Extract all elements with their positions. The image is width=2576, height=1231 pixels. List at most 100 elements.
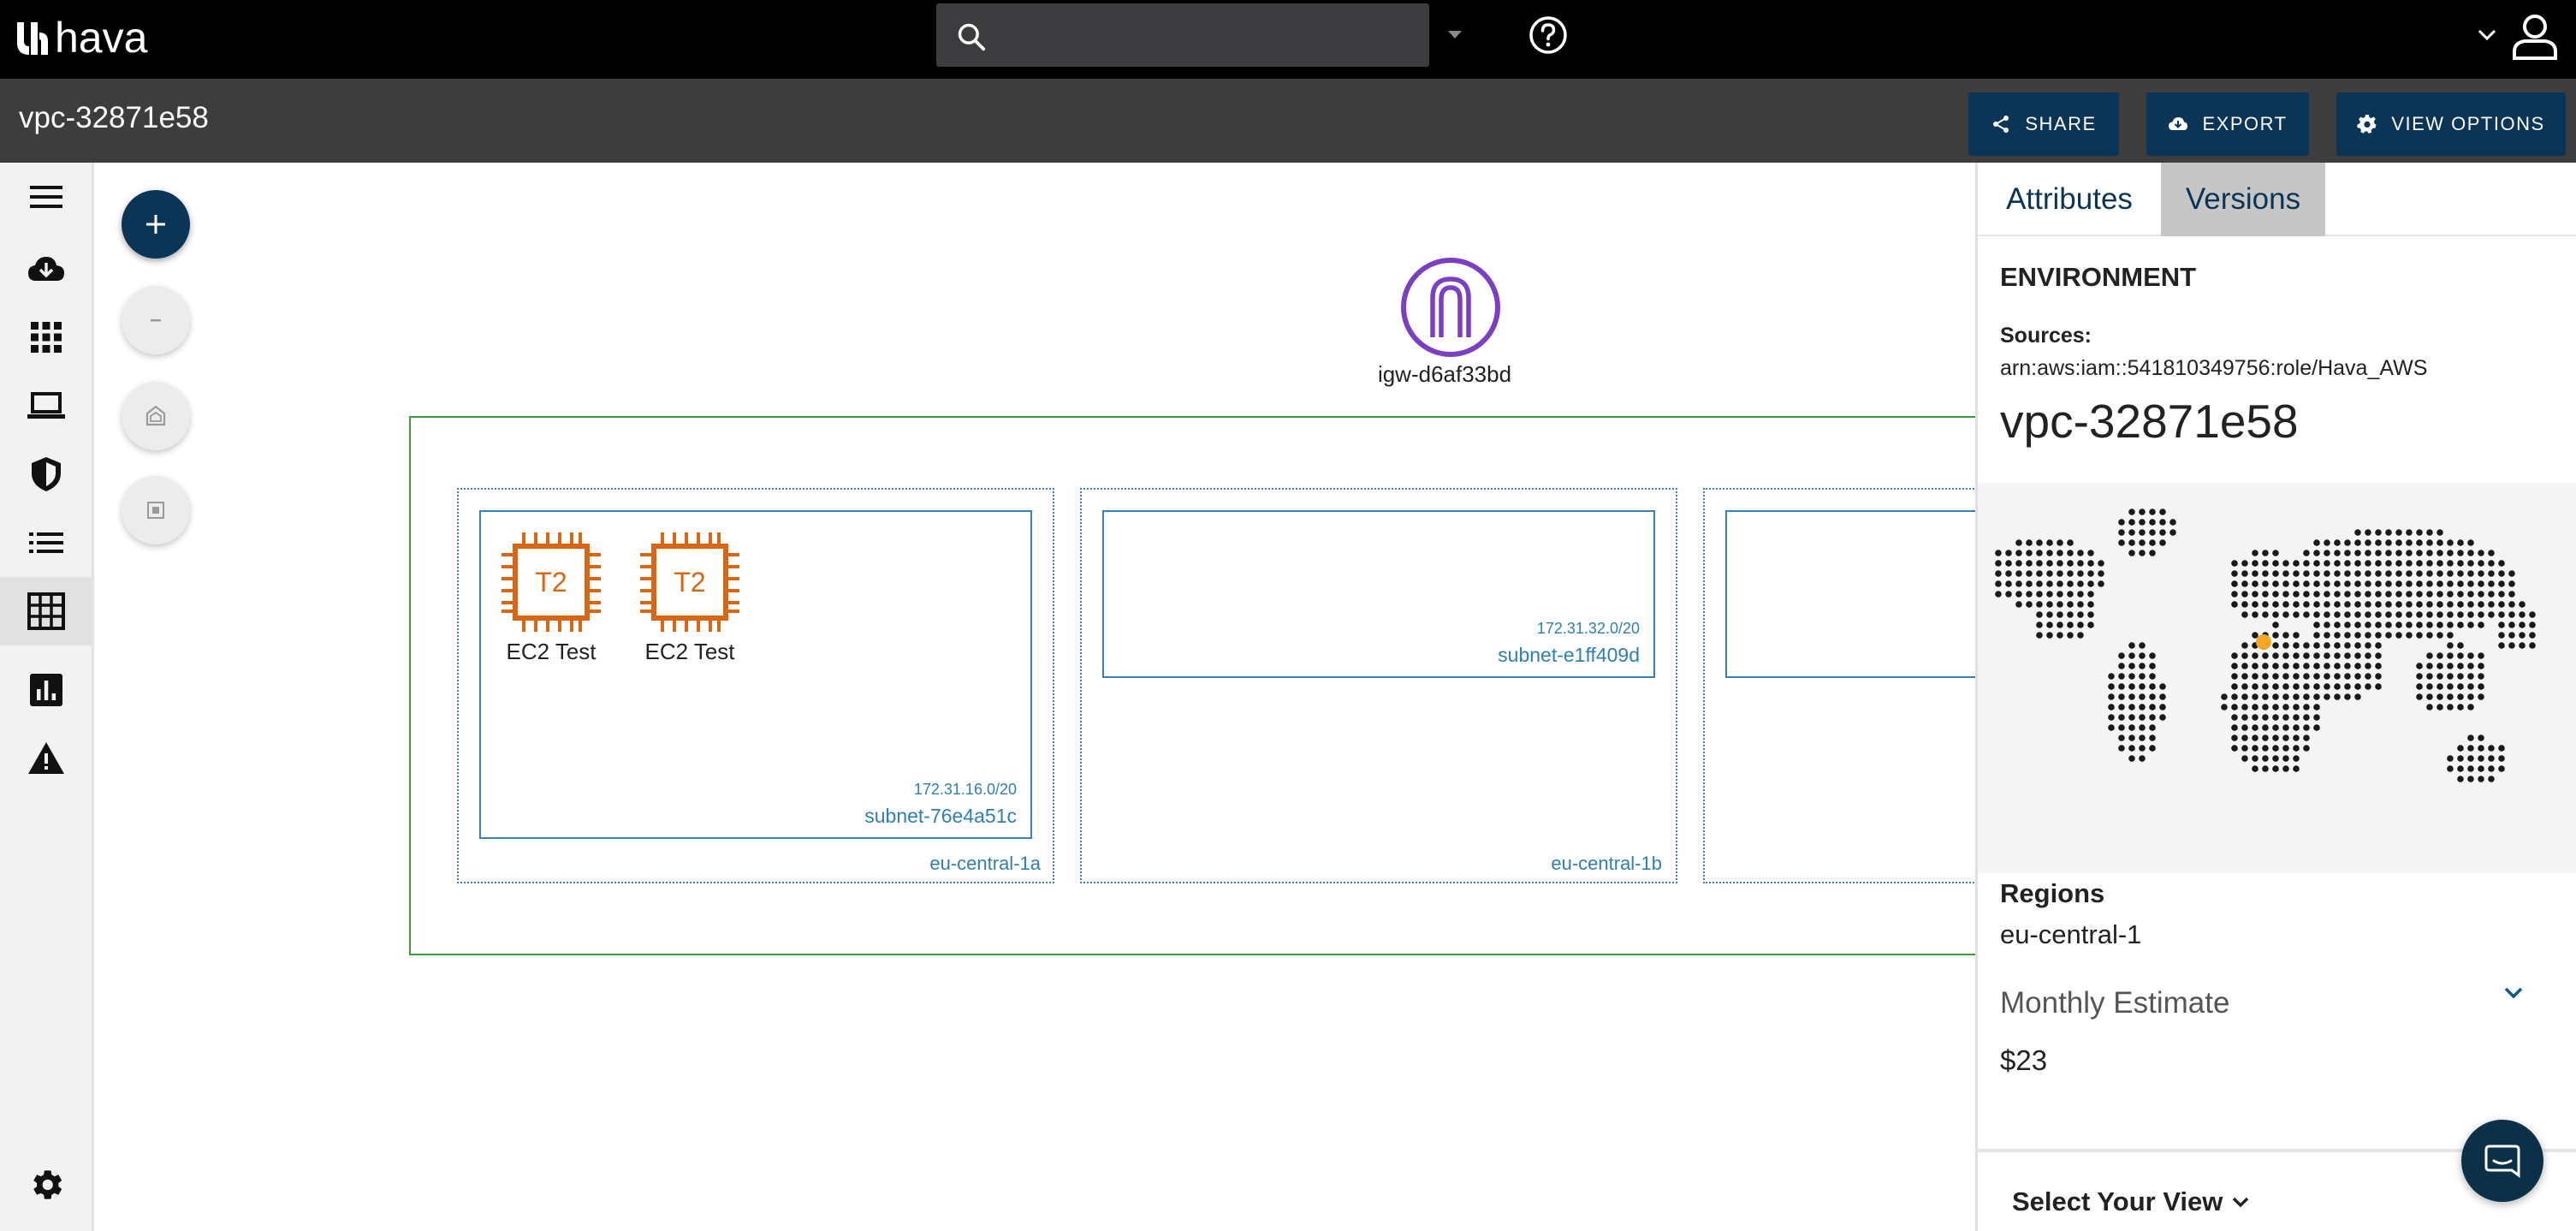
subnet-name: subnet-e1ff409d <box>1498 644 1640 666</box>
vpc-id: vpc-32871e58 <box>2000 395 2299 448</box>
map-dot <box>2015 539 2022 546</box>
map-dot <box>2447 601 2454 608</box>
search-input[interactable] <box>1001 15 1412 55</box>
map-dot <box>2395 539 2402 546</box>
map-dot <box>2149 550 2156 556</box>
map-dot <box>2467 652 2474 659</box>
map-dot <box>2344 601 2351 608</box>
chevron-down-icon[interactable] <box>2498 978 2529 1008</box>
help-icon[interactable] <box>1528 15 1568 55</box>
map-dot <box>2375 632 2382 639</box>
map-dot <box>2118 745 2125 752</box>
export-button[interactable]: EXPORT <box>2146 92 2309 156</box>
user-avatar-icon[interactable] <box>2509 12 2561 62</box>
select-view-dropdown[interactable]: Select Your View <box>2012 1186 2252 1217</box>
map-dot <box>2529 611 2536 618</box>
map-dot <box>2426 621 2433 628</box>
map-dot <box>2478 580 2484 587</box>
search-dropdown-icon[interactable] <box>1443 26 1467 43</box>
map-dot <box>2231 570 2238 577</box>
map-dot <box>2457 550 2464 556</box>
map-dot <box>2375 591 2382 598</box>
sidebar-item-alerts[interactable] <box>0 724 92 793</box>
map-dot <box>2416 621 2423 628</box>
panel-tabs: Attributes Versions <box>1978 163 2576 236</box>
top-bar: hava <box>0 0 2576 79</box>
map-dot <box>2437 652 2443 659</box>
map-dot <box>2437 560 2443 567</box>
map-dot <box>2467 663 2474 669</box>
map-dot <box>2262 580 2269 587</box>
map-dot <box>2262 765 2269 772</box>
view-options-button[interactable]: VIEW OPTIONS <box>2336 92 2566 156</box>
map-dot <box>2313 652 2320 659</box>
az-label: eu-central-1b <box>1551 853 1662 874</box>
zoom-out-button[interactable] <box>122 286 190 354</box>
map-dot <box>2108 714 2115 721</box>
subnet-cidr: 172.31.16.0/20 <box>913 781 1017 798</box>
tab-attributes[interactable]: Attributes <box>1978 163 2161 236</box>
chat-support-button[interactable] <box>2461 1120 2543 1202</box>
map-dot <box>2036 632 2043 639</box>
sidebar-item-table[interactable] <box>0 577 92 645</box>
fit-view-button[interactable] <box>122 382 190 450</box>
map-dot <box>2262 755 2269 762</box>
map-dot <box>2467 580 2474 587</box>
map-dot <box>2385 550 2392 556</box>
ec2-instance-icon[interactable]: T2 <box>498 529 604 635</box>
sidebar-item-environments[interactable] <box>0 303 92 372</box>
sidebar-item-security[interactable] <box>0 440 92 508</box>
hava-logo-icon <box>17 22 48 55</box>
search-box[interactable] <box>936 3 1429 67</box>
map-dot <box>2467 611 2474 618</box>
map-dot <box>2478 611 2484 618</box>
sidebar-item-settings[interactable] <box>0 1151 92 1219</box>
map-dot <box>2375 683 2382 690</box>
map-dot <box>2313 560 2320 567</box>
sidebar-item-import[interactable] <box>0 235 92 303</box>
internet-gateway-icon[interactable] <box>1400 257 1501 358</box>
map-dot <box>2478 745 2484 752</box>
ec2-instance-icon[interactable]: T2 <box>637 529 743 635</box>
sidebar-item-list[interactable] <box>0 508 92 577</box>
map-dot <box>2385 539 2392 546</box>
map-dot <box>2231 683 2238 690</box>
map-dot <box>2262 611 2269 618</box>
map-dot <box>2252 745 2258 752</box>
map-dot <box>2437 570 2443 577</box>
map-dot <box>2241 693 2248 700</box>
tab-versions[interactable]: Versions <box>2161 163 2325 236</box>
map-dot <box>2416 693 2423 700</box>
add-button[interactable] <box>122 190 190 259</box>
sidebar-item-infrastructure[interactable] <box>0 372 92 440</box>
minus-icon <box>151 319 161 322</box>
map-dot <box>2262 734 2269 741</box>
map-dot <box>2108 683 2115 690</box>
hava-logo[interactable]: hava <box>14 12 147 63</box>
map-dot <box>2262 591 2269 598</box>
map-dot <box>2252 570 2258 577</box>
map-dot <box>2416 529 2423 536</box>
map-dot <box>2354 673 2361 680</box>
map-dot <box>2026 580 2033 587</box>
map-dot <box>2046 539 2053 546</box>
map-dot <box>2334 539 2341 546</box>
map-dot <box>2241 704 2248 711</box>
sidebar-item-menu[interactable] <box>0 163 92 231</box>
map-dot <box>2365 611 2371 618</box>
map-dot <box>2334 591 2341 598</box>
center-view-button[interactable] <box>122 476 190 544</box>
map-dot <box>2036 621 2043 628</box>
map-dot <box>2324 652 2330 659</box>
user-menu-chevron-icon[interactable] <box>2475 26 2499 45</box>
regions-label: Regions <box>2000 878 2105 908</box>
view-options-button-label: VIEW OPTIONS <box>2391 113 2545 134</box>
map-dot <box>2046 611 2053 618</box>
map-dot <box>2026 539 2033 546</box>
sidebar-item-reports[interactable] <box>0 656 92 724</box>
share-button[interactable]: SHARE <box>1968 92 2119 156</box>
map-dot <box>2488 591 2495 598</box>
map-dot <box>2139 642 2146 649</box>
map-dot <box>2437 704 2443 711</box>
map-dot <box>2282 652 2289 659</box>
